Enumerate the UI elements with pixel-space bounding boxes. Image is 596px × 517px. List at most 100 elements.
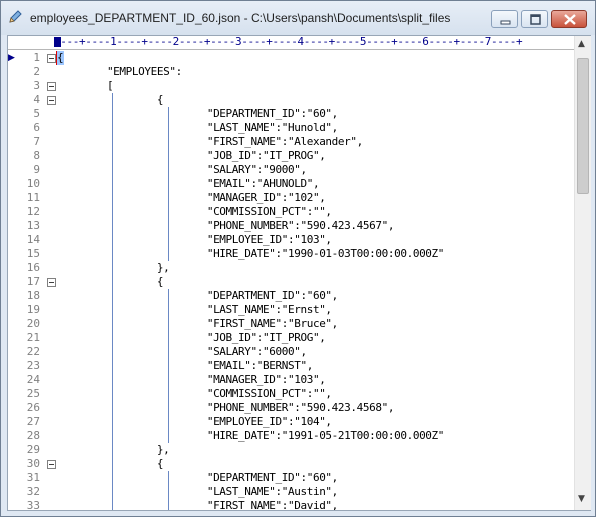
editor-line[interactable]: 29 }, [8, 443, 574, 457]
code-text: "LAST_NAME":"Ernst", [57, 303, 332, 316]
editor-line[interactable]: 23 "EMAIL":"BERNST", [8, 359, 574, 373]
editor-line[interactable]: ▶ 1 { [8, 51, 574, 65]
line-number: 9 [33, 163, 40, 176]
code-text: "COMMISSION_PCT":"", [57, 205, 332, 218]
maximize-button[interactable] [521, 10, 548, 28]
pencil-icon [9, 10, 22, 23]
editor-line[interactable]: 3 [ [8, 79, 574, 93]
editor-line[interactable]: 15 "HIRE_DATE":"1990-01-03T00:00:00.000Z… [8, 247, 574, 261]
editor-line[interactable]: 13 "PHONE_NUMBER":"590.423.4567", [8, 219, 574, 233]
line-number: 20 [26, 317, 40, 330]
line-number: 30 [26, 457, 40, 470]
code-text: "JOB_ID":"IT_PROG", [57, 331, 326, 344]
editor-line[interactable]: 16 }, [8, 261, 574, 275]
line-number: 23 [26, 359, 40, 372]
line-number: 33 [26, 499, 40, 510]
line-number: 21 [26, 331, 40, 344]
editor-line[interactable]: 25 "COMMISSION_PCT":"", [8, 387, 574, 401]
scroll-up-icon[interactable]: ▲ [578, 39, 585, 49]
editor-line[interactable]: 11 "MANAGER_ID":"102", [8, 191, 574, 205]
maximize-icon [530, 14, 541, 25]
editor-line[interactable]: 9 "SALARY":"9000", [8, 163, 574, 177]
line-number: 8 [33, 149, 40, 162]
code-text: { [57, 93, 164, 106]
editor-line[interactable]: 20 "FIRST_NAME":"Bruce", [8, 317, 574, 331]
code-text: "MANAGER_ID":"102", [57, 191, 326, 204]
editor-line[interactable]: 14 "EMPLOYEE_ID":"103", [8, 233, 574, 247]
editor-line[interactable]: 24 "MANAGER_ID":"103", [8, 373, 574, 387]
editor-line[interactable]: 22 "SALARY":"6000", [8, 345, 574, 359]
editor-line[interactable]: 26 "PHONE_NUMBER":"590.423.4568", [8, 401, 574, 415]
editor-line[interactable]: 28 "HIRE_DATE":"1991-05-21T00:00:00.000Z… [8, 429, 574, 443]
line-number: 14 [26, 233, 40, 246]
current-line-marker-icon: ▶ [8, 53, 15, 63]
code-text: "HIRE_DATE":"1990-01-03T00:00:00.000Z" [57, 247, 445, 260]
vertical-scrollbar[interactable]: ▲ ▼ [574, 36, 591, 510]
code-text: "FIRST_NAME":"David", [57, 499, 338, 510]
line-number: 22 [26, 345, 40, 358]
code-text: "LAST_NAME":"Austin", [57, 485, 338, 498]
text-editor[interactable]: ▶ 1 {2 "EMPLOYEES": 3 [4 {5 "DEPARTMENT_ID"… [8, 51, 574, 510]
editor-line[interactable]: 17 { [8, 275, 574, 289]
line-number: 6 [33, 121, 40, 134]
line-number: 10 [26, 177, 40, 190]
line-number: 11 [26, 191, 40, 204]
code-text: { [57, 51, 64, 64]
editor-line[interactable]: 18 "DEPARTMENT_ID":"60", [8, 289, 574, 303]
fold-toggle-icon[interactable] [47, 278, 56, 287]
editor-line[interactable]: 10 "EMAIL":"AHUNOLD", [8, 177, 574, 191]
line-number: 31 [26, 471, 40, 484]
editor-line[interactable]: 2 "EMPLOYEES": [8, 65, 574, 79]
code-text: "DEPARTMENT_ID":"60", [57, 289, 338, 302]
code-text: "EMAIL":"BERNST", [57, 359, 314, 372]
code-text: "PHONE_NUMBER":"590.423.4568", [57, 401, 395, 414]
line-number: 1 [33, 51, 40, 64]
close-icon [564, 14, 576, 25]
editor-line[interactable]: 5 "DEPARTMENT_ID":"60", [8, 107, 574, 121]
column-ruler: ----+----1----+----2----+----3----+----4… [8, 36, 575, 50]
editor-line[interactable]: 19 "LAST_NAME":"Ernst", [8, 303, 574, 317]
editor-line[interactable]: 27 "EMPLOYEE_ID":"104", [8, 415, 574, 429]
editor-client-area[interactable]: ----+----1----+----2----+----3----+----4… [7, 35, 591, 511]
scrollbar-thumb[interactable] [577, 58, 589, 194]
editor-line[interactable]: 6 "LAST_NAME":"Hunold", [8, 121, 574, 135]
fold-toggle-icon[interactable] [47, 96, 56, 105]
editor-line[interactable]: 4 { [8, 93, 574, 107]
code-text: }, [57, 443, 170, 456]
scroll-down-icon[interactable]: ▼ [578, 494, 585, 504]
editor-line[interactable]: 33 "FIRST_NAME":"David", [8, 499, 574, 510]
code-text: "FIRST_NAME":"Alexander", [57, 135, 363, 148]
editor-line[interactable]: 8 "JOB_ID":"IT_PROG", [8, 149, 574, 163]
code-text: "DEPARTMENT_ID":"60", [57, 471, 338, 484]
line-number: 7 [33, 135, 40, 148]
editor-line[interactable]: 30 { [8, 457, 574, 471]
minimize-icon [500, 20, 511, 25]
code-text: "PHONE_NUMBER":"590.423.4567", [57, 219, 395, 232]
close-button[interactable] [551, 10, 587, 28]
code-text: "EMPLOYEE_ID":"103", [57, 233, 332, 246]
code-text: "DEPARTMENT_ID":"60", [57, 107, 338, 120]
fold-toggle-icon[interactable] [47, 460, 56, 469]
editor-line[interactable]: 21 "JOB_ID":"IT_PROG", [8, 331, 574, 345]
editor-line[interactable]: 7 "FIRST_NAME":"Alexander", [8, 135, 574, 149]
code-text: "MANAGER_ID":"103", [57, 373, 326, 386]
line-number: 28 [26, 429, 40, 442]
line-number: 18 [26, 289, 40, 302]
editor-line[interactable]: 32 "LAST_NAME":"Austin", [8, 485, 574, 499]
line-number: 27 [26, 415, 40, 428]
code-text: }, [57, 261, 170, 274]
window-title: employees_DEPARTMENT_ID_60.json - C:\Use… [30, 11, 451, 25]
fold-toggle-icon[interactable] [47, 54, 56, 63]
editor-line[interactable]: 12 "COMMISSION_PCT":"", [8, 205, 574, 219]
line-number: 24 [26, 373, 40, 386]
code-text: { [57, 275, 164, 288]
fold-toggle-icon[interactable] [47, 82, 56, 91]
title-bar[interactable]: employees_DEPARTMENT_ID_60.json - C:\Use… [1, 1, 595, 35]
app-window: employees_DEPARTMENT_ID_60.json - C:\Use… [0, 0, 596, 517]
line-number: 25 [26, 387, 40, 400]
editor-line[interactable]: 31 "DEPARTMENT_ID":"60", [8, 471, 574, 485]
line-number: 15 [26, 247, 40, 260]
code-text: "EMAIL":"AHUNOLD", [57, 177, 320, 190]
code-text: "JOB_ID":"IT_PROG", [57, 149, 326, 162]
minimize-button[interactable] [491, 10, 518, 28]
